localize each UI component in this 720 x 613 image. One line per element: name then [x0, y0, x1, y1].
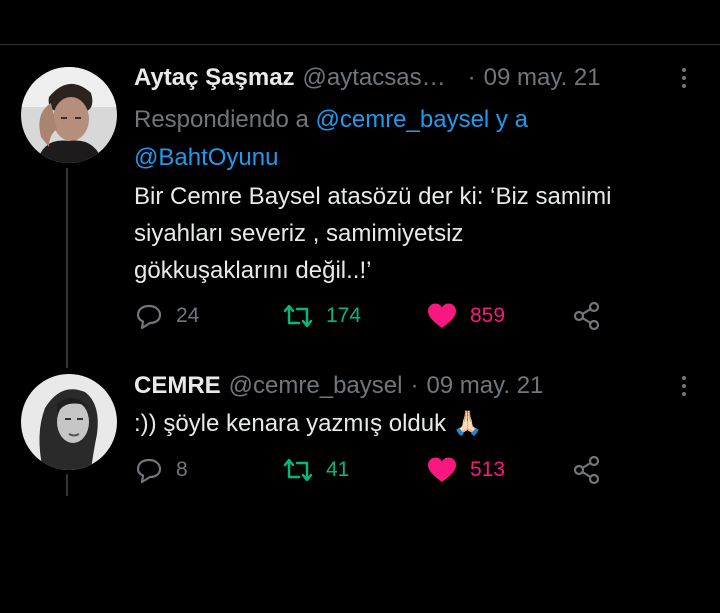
mention-cemre[interactable]: @cemre_baysel: [315, 106, 489, 133]
tweet-actions: 24 174 859: [134, 301, 614, 341]
header-separator: ·: [410, 372, 419, 399]
mention-bahtoyunu[interactable]: @BahtOyunu: [134, 144, 278, 171]
tweet-text-line: siyahları severiz , samimiyetsiz: [134, 220, 464, 247]
tweet-text-line: :)) şöyle kenara yazmış olduk: [134, 410, 447, 437]
share-icon: [573, 455, 600, 485]
reply-button[interactable]: 24: [134, 301, 199, 331]
like-button[interactable]: 513: [426, 455, 505, 485]
replying-to: Respondiendo a @cemre_baysel y a @BahtOy…: [134, 101, 674, 177]
reply-icon: [136, 304, 162, 330]
top-divider: [0, 44, 720, 45]
reply-prefix: Respondiendo a: [134, 106, 309, 133]
reply-icon: [136, 458, 162, 484]
like-button[interactable]: 859: [426, 301, 505, 331]
thread-connector: [66, 474, 68, 496]
tweet-header: CEMRE @cemre_baysel · 09 may. 21: [134, 372, 543, 400]
tweet-header: Aytaç Şaşmaz @aytacsas… · 09 may. 21: [134, 64, 601, 92]
share-icon: [573, 301, 600, 331]
reply-count: 8: [176, 458, 188, 481]
like-count: 513: [470, 458, 506, 481]
author-name[interactable]: Aytaç Şaşmaz: [134, 64, 295, 92]
share-button[interactable]: [572, 455, 602, 485]
tweet-text-line: Bir Cemre Baysel atasözü der ki: ‘Biz sa…: [134, 183, 612, 210]
author-handle[interactable]: @cemre_baysel: [229, 372, 403, 400]
reply-conjunction: y a: [495, 106, 528, 133]
retweet-button[interactable]: 41: [282, 455, 349, 485]
retweet-count: 41: [326, 458, 350, 481]
tweet-text-line: gökkuşaklarını değil..!’: [134, 257, 372, 284]
thread-connector: [66, 168, 68, 368]
reply-count: 24: [176, 304, 200, 327]
retweet-icon: [283, 458, 313, 482]
retweet-count: 174: [326, 304, 362, 327]
more-icon[interactable]: [674, 64, 694, 92]
author-handle[interactable]: @aytacsas…: [303, 64, 446, 92]
emoji-praying-hands: 🙏🏻: [452, 410, 483, 437]
share-button[interactable]: [572, 301, 602, 331]
tweet-date[interactable]: 09 may. 21: [426, 372, 543, 400]
tweet-text: :)) şöyle kenara yazmış olduk 🙏🏻: [134, 405, 483, 442]
author-name[interactable]: CEMRE: [134, 372, 221, 400]
heart-icon: [428, 303, 456, 328]
retweet-icon: [283, 304, 313, 328]
avatar-aytac[interactable]: [21, 67, 117, 163]
heart-icon: [428, 457, 456, 482]
like-count: 859: [470, 304, 506, 327]
header-separator: ·: [467, 64, 476, 91]
avatar-cemre[interactable]: [21, 374, 117, 470]
tweet-date[interactable]: 09 may. 21: [484, 64, 601, 92]
retweet-button[interactable]: 174: [282, 301, 361, 331]
reply-button[interactable]: 8: [134, 455, 188, 485]
more-icon[interactable]: [674, 372, 694, 400]
tweet-text: Bir Cemre Baysel atasözü der ki: ‘Biz sa…: [134, 178, 611, 289]
tweet-actions: 8 41 513: [134, 455, 614, 495]
